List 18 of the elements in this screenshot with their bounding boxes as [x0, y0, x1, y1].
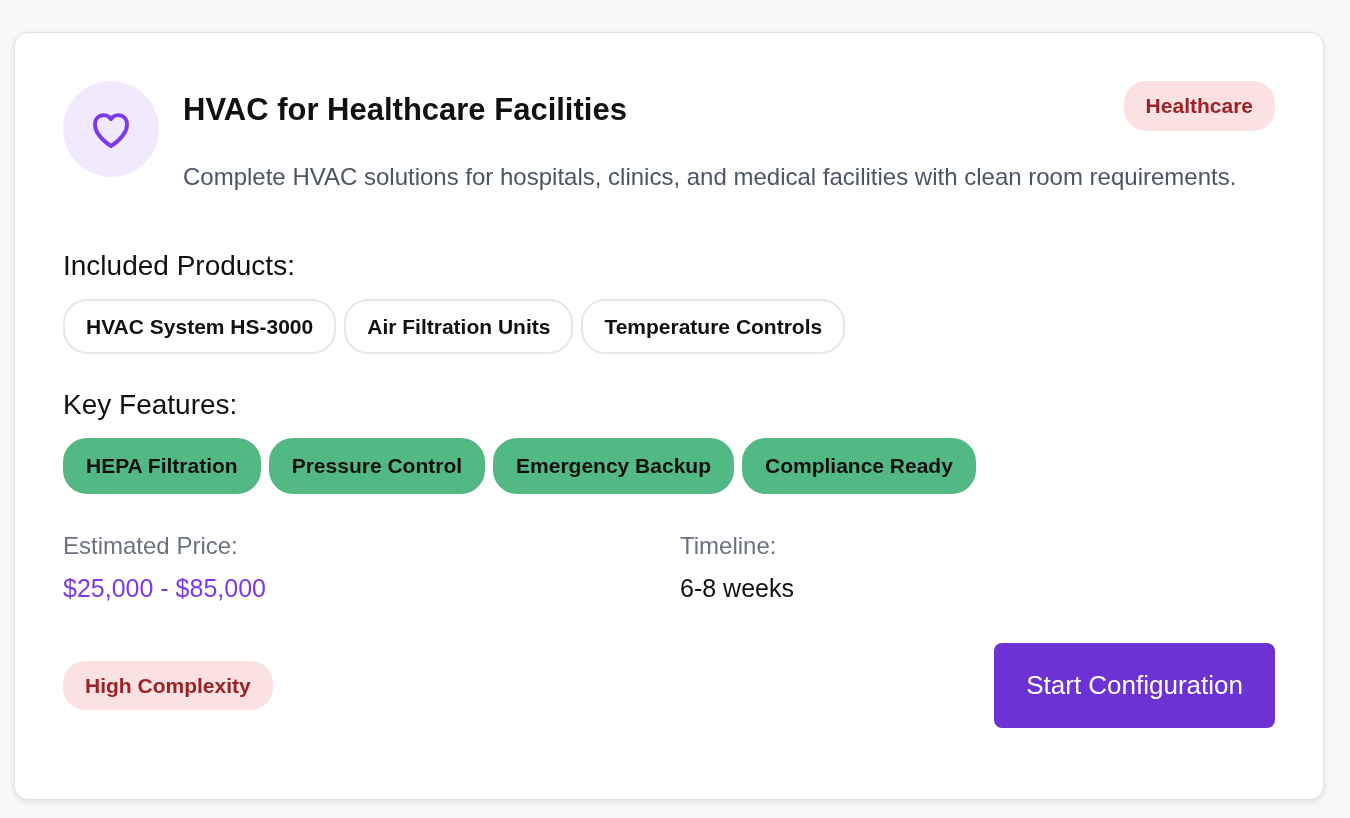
product-tag: Temperature Controls — [581, 298, 846, 354]
category-tag: Healthcare — [1123, 81, 1275, 131]
feature-tag: Pressure Control — [268, 438, 486, 494]
feature-tag: Emergency Backup — [493, 438, 734, 494]
card-title: HVAC for Healthcare Facilities — [183, 91, 627, 129]
price-label: Estimated Price: — [63, 530, 239, 561]
feature-tag: HEPA Filtration — [63, 438, 261, 494]
start-configuration-button[interactable]: Start Configuration — [994, 643, 1275, 728]
description: Complete HVAC solutions for hospitals, clinics, and medical facilities with clean room requirements. — [183, 161, 1238, 192]
section-heading: Included Products: — [63, 248, 296, 283]
product-tag: HVAC System HS-3000 — [63, 298, 337, 354]
complexity-tag: High Complexity — [63, 660, 273, 711]
timeline-value: 6-8 weeks — [680, 572, 795, 604]
price-value: $25,000 - $85,000 — [63, 572, 267, 604]
section-heading: Key Features: — [63, 388, 239, 422]
product-tag: Air Filtration Units — [344, 298, 574, 354]
feature-tag: Compliance Ready — [742, 438, 976, 494]
timeline-label: Timeline: — [680, 530, 778, 561]
